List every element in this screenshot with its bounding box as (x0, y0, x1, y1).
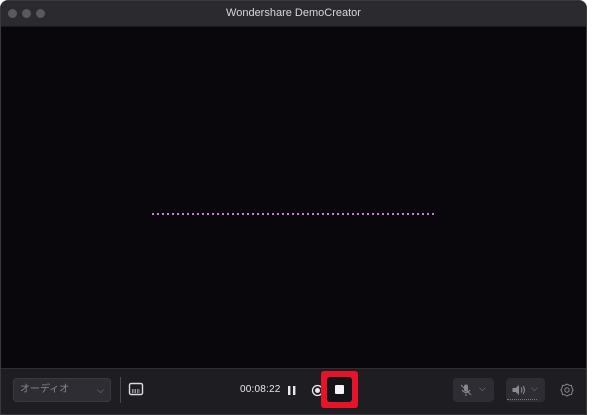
stop-button[interactable] (327, 377, 352, 402)
toolbar-divider (120, 377, 121, 403)
microphone-toggle[interactable]: ⌵ (453, 378, 494, 402)
chevron-down-icon: ⌵ (479, 383, 486, 393)
subtitle-icon[interactable] (128, 381, 144, 397)
audio-waveform (152, 213, 437, 215)
chevron-down-icon: ⌵ (531, 383, 538, 393)
chevron-down-icon: ⌵ (97, 385, 104, 395)
title-bar: Wondershare DemoCreator (1, 1, 586, 27)
stop-icon (335, 385, 344, 394)
pause-icon[interactable] (286, 384, 298, 397)
audio-source-select[interactable]: オーディオ ⌵ (13, 378, 111, 402)
audio-source-value: オーディオ (20, 384, 70, 395)
recording-preview (1, 27, 586, 369)
stop-highlight-box (321, 371, 358, 408)
gear-icon[interactable] (560, 383, 574, 397)
recorder-window: Wondershare DemoCreator オーディオ ⌵ 00:08:22 (0, 0, 587, 415)
window-title: Wondershare DemoCreator (226, 7, 361, 19)
mic-muted-icon (460, 384, 472, 396)
recording-toolbar: オーディオ ⌵ 00:08:22 ⌵ ⌵ (1, 368, 586, 414)
recording-timer: 00:08:22 (240, 384, 281, 395)
audio-level-indicator (507, 399, 537, 401)
speaker-icon (512, 385, 526, 395)
